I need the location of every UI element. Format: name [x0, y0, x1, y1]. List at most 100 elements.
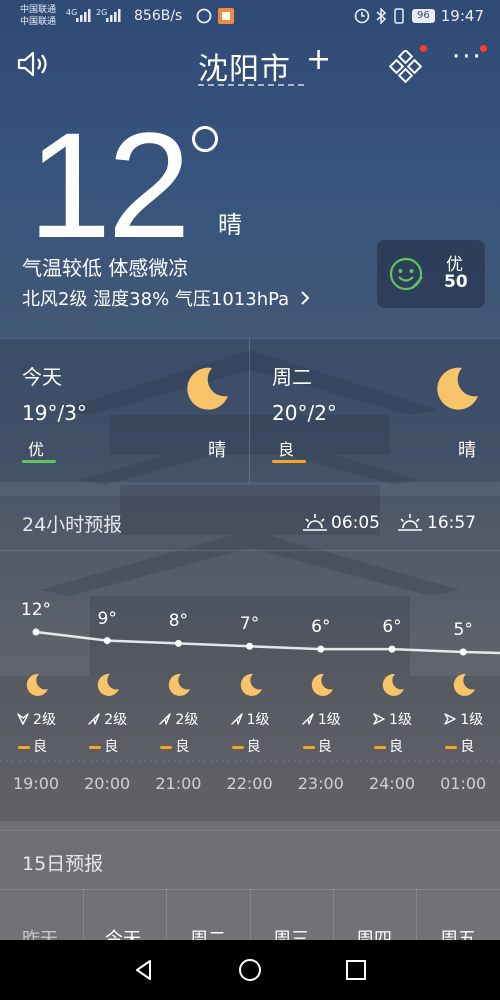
hourly-column[interactable]: 9° 2级良 20:00	[71, 496, 143, 821]
aqi-bar	[302, 745, 315, 749]
hourly-temp-label: 8°	[168, 611, 189, 632]
weather-details-text: 北风2级 湿度38% 气压1013hPa	[22, 289, 290, 310]
hourly-aqi: 良	[374, 736, 414, 756]
grid-notification-dot	[420, 45, 427, 52]
home-icon[interactable]	[238, 958, 262, 982]
hourly-aqi-label: 良	[460, 739, 475, 755]
hourly-column[interactable]: 6° 1级良 24:00	[356, 496, 428, 821]
hourly-aqi: 良	[18, 736, 58, 756]
hourly-column[interactable]: 12° 2级良 19:00	[0, 496, 72, 821]
city-underline	[198, 84, 304, 86]
hourly-temp-label: 6°	[311, 617, 331, 638]
fifteen-day-label: 周四	[356, 929, 392, 940]
bluetooth-icon	[376, 8, 387, 24]
day-card-tomorrow[interactable]: 周二 20°/2° 良 晴	[250, 339, 500, 483]
day-card-today[interactable]: 今天 19°/3° 优 晴	[0, 339, 250, 483]
hourly-time: 24:00	[368, 774, 416, 793]
hourly-wind-level: 1级	[317, 712, 341, 728]
hourly-column[interactable]: 8° 2级良 21:00	[142, 496, 214, 821]
aqi-bar	[231, 745, 244, 749]
hourly-temp-label: 5°	[453, 620, 473, 640]
hourly-time: 22:00	[226, 774, 273, 793]
clock: 19:47	[440, 7, 484, 25]
fifteen-day-title: 15日预报	[22, 853, 104, 875]
day-aqi: 良	[278, 440, 295, 459]
column-divider	[333, 889, 334, 940]
carrier-2: 中国联通	[20, 17, 57, 27]
hourly-column[interactable]: 6° 1级良 23:00	[285, 496, 357, 821]
hourly-temp-label: 9°	[97, 608, 117, 629]
hourly-time: 20:00	[84, 774, 131, 793]
hourly-wind-level: 2级	[33, 712, 56, 728]
moon-icon	[187, 367, 228, 410]
status-bar: 中国联通 中国联通 4G 2G 856B/s 96 19:47	[0, 0, 500, 34]
weather-details-link[interactable]: 北风2级 湿度38% 气压1013hPa	[22, 285, 311, 311]
status-right: 96 19:47	[354, 7, 484, 25]
city-name[interactable]: 沈阳市	[198, 44, 291, 88]
hourly-aqi-label: 良	[104, 739, 119, 755]
aqi-bar	[374, 745, 386, 749]
hourly-wind: 1级	[214, 709, 286, 729]
aqi-value: 50	[444, 272, 468, 292]
aqi-bar	[445, 745, 458, 749]
aqi-card[interactable]	[377, 240, 485, 308]
hourly-column[interactable]: 5° 1级良 01:00	[427, 496, 499, 821]
hourly-temp-label: 7°	[239, 614, 260, 635]
back-icon[interactable]	[132, 958, 156, 982]
hourly-aqi: 良	[89, 736, 129, 756]
wind-northeast-icon	[230, 713, 243, 725]
hourly-time: 19:00	[12, 774, 60, 793]
column-divider	[83, 889, 84, 940]
day-temp-range: 20°/2°	[272, 401, 337, 425]
hourly-forecast[interactable]: 24小时预报 06:05 16:57 12° 2级良 19:00 9° 2级良 20:00…	[0, 496, 500, 821]
alarm-icon	[354, 8, 370, 24]
aqi-bar	[89, 745, 102, 749]
top-bar: 沈阳市 + ···	[0, 40, 500, 90]
hourly-column[interactable]: 7° 1级良 22:00	[214, 496, 286, 821]
vibrate-icon	[394, 8, 404, 24]
carrier-labels: 中国联通 中国联通	[20, 4, 56, 28]
day-name: 周二	[272, 365, 312, 389]
signal-icon-2	[106, 9, 121, 22]
wind-northeast-icon	[302, 713, 314, 725]
moon-icon	[26, 673, 48, 696]
day-name: 今天	[22, 365, 62, 389]
hourly-aqi: 良	[231, 736, 272, 756]
aqi-face-icon	[389, 257, 423, 291]
more-menu-button[interactable]: ···	[452, 42, 483, 72]
wind-north-icon	[17, 713, 29, 725]
speaker-icon[interactable]	[16, 50, 50, 78]
notification-icons	[196, 7, 238, 29]
hourly-wind: 2级	[71, 709, 143, 729]
day-condition: 晴	[458, 440, 476, 461]
fifteen-day-forecast[interactable]: 15日预报 昨天 今天 周二 周三 周四 周五	[0, 830, 500, 940]
hourly-temp-label: 12°	[20, 600, 52, 620]
column-divider	[416, 889, 417, 940]
moon-icon	[382, 673, 404, 696]
hourly-aqi-label: 良	[389, 739, 403, 755]
weather-app: 中国联通 中国联通 4G 2G 856B/s 96 19:47 沈阳市 + ··…	[0, 0, 500, 940]
hourly-time: 23:00	[297, 774, 344, 793]
column-divider	[166, 889, 167, 940]
current-condition: 晴	[218, 211, 242, 239]
hourly-aqi-label: 良	[33, 739, 47, 755]
hourly-wind-level: 2级	[104, 712, 128, 728]
hourly-wind-level: 1级	[460, 712, 484, 728]
battery-indicator: 96	[412, 9, 435, 23]
hourly-wind-level: 2级	[175, 712, 199, 728]
current-temperature: 12	[28, 101, 191, 269]
hourly-wind: 2级	[142, 709, 214, 729]
moon-icon	[311, 673, 333, 696]
column-divider	[250, 889, 251, 940]
moon-icon	[97, 673, 120, 696]
grid-icon[interactable]	[389, 50, 423, 84]
wind-northeast-icon	[159, 713, 172, 725]
hourly-aqi: 良	[445, 736, 485, 756]
recent-apps-icon[interactable]	[344, 958, 368, 982]
day-aqi-bar	[22, 460, 56, 463]
hourly-wind: 2级	[0, 709, 72, 729]
daily-summary: 今天 19°/3° 优 晴 周二 20°/2° 良 晴	[0, 338, 500, 483]
moon-icon	[437, 367, 478, 410]
add-city-button[interactable]: +	[306, 42, 331, 77]
hourly-wind: 1级	[427, 709, 499, 729]
